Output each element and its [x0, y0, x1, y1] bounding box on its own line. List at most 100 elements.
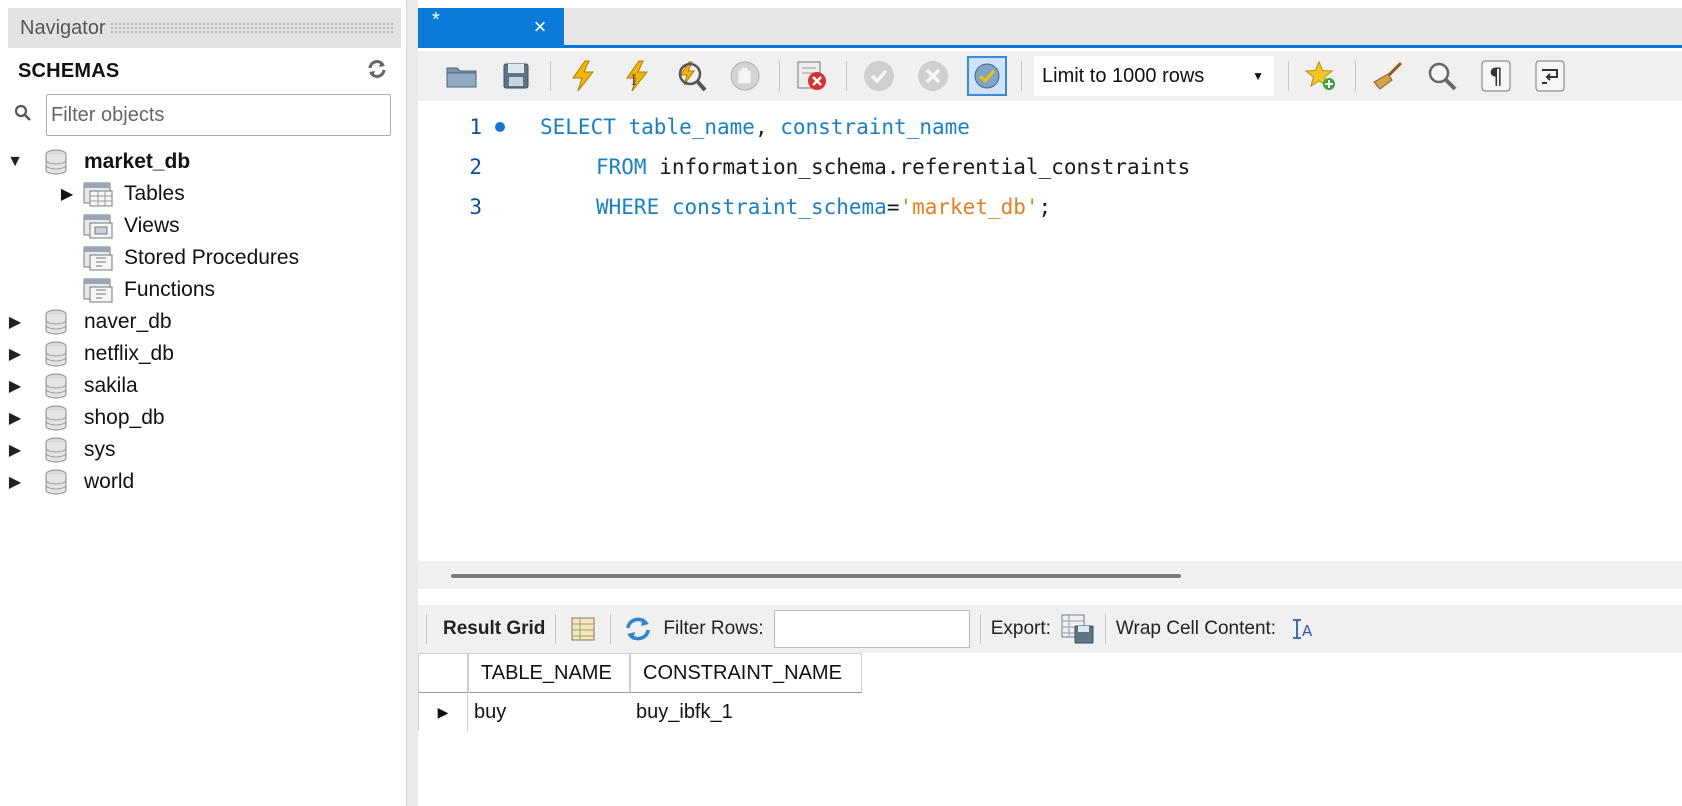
- sql-keyword: SELECT: [540, 115, 616, 139]
- query-tab[interactable]: * ×: [418, 8, 564, 48]
- svg-text:¶: ¶: [1489, 65, 1503, 90]
- sql-editor[interactable]: 1 SELECT table_name, constraint_name 2 F…: [418, 101, 1682, 561]
- grid-corner[interactable]: [418, 653, 468, 693]
- tree-item-tables[interactable]: ▶ Tables: [0, 178, 400, 210]
- database-icon: [45, 309, 67, 335]
- result-grid: TABLE_NAME CONSTRAINT_NAME ▶ buy buy_ibf…: [418, 653, 1682, 806]
- tree-item-label: Functions: [124, 278, 216, 301]
- panel-grip[interactable]: [109, 22, 393, 34]
- navigator-header: Navigator: [8, 8, 401, 48]
- schema-shop-db[interactable]: ▶ shop_db: [0, 402, 400, 434]
- commit-icon[interactable]: [859, 56, 899, 96]
- expand-arrow-icon[interactable]: ▶: [0, 312, 30, 332]
- explain-magnifier-icon[interactable]: [671, 56, 711, 96]
- table-cell[interactable]: buy_ibfk_1: [630, 693, 862, 731]
- schema-name: shop_db: [84, 406, 165, 429]
- expand-arrow-icon[interactable]: ▶: [0, 408, 30, 428]
- schema-name: netflix_db: [84, 342, 174, 365]
- expand-arrow-icon[interactable]: ▶: [0, 472, 30, 492]
- expand-arrow-icon[interactable]: ▶: [0, 376, 30, 396]
- sql-table: information_schema.referential_constrain…: [659, 155, 1191, 179]
- stop-on-error-icon[interactable]: [792, 56, 832, 96]
- line-number: 2: [469, 155, 482, 179]
- schema-netflix-db[interactable]: ▶ netflix_db: [0, 338, 400, 370]
- sql-column: constraint_schema: [671, 195, 887, 219]
- sql-column: table_name: [628, 115, 755, 139]
- tree-item-label: Views: [124, 214, 180, 237]
- database-icon: [45, 437, 67, 463]
- sql-string: 'market_db': [899, 195, 1039, 219]
- filter-rows-label: Filter Rows:: [663, 618, 764, 639]
- procedures-folder-icon: [83, 246, 113, 271]
- invisible-chars-pilcrow-icon[interactable]: ¶: [1476, 56, 1516, 96]
- word-wrap-icon[interactable]: [1530, 56, 1570, 96]
- wrap-cell-content-label: Wrap Cell Content:: [1115, 618, 1277, 639]
- sql-keyword: WHERE: [596, 195, 660, 219]
- schema-name: naver_db: [84, 310, 172, 333]
- column-header-table-name[interactable]: TABLE_NAME: [468, 653, 630, 693]
- beautify-broom-icon[interactable]: [1368, 56, 1408, 96]
- sql-terminator: ;: [1038, 195, 1052, 219]
- refresh-rows-icon[interactable]: [621, 612, 655, 646]
- execute-current-icon[interactable]: I: [617, 56, 657, 96]
- sql-editor-toolbar: I Limit to 1000 rows ▼ ¶: [418, 51, 1682, 101]
- wrap-cell-icon[interactable]: A: [1286, 612, 1320, 646]
- row-pointer-icon: ▶: [418, 693, 468, 731]
- expand-arrow-icon[interactable]: ▶: [0, 344, 30, 364]
- schema-name: sakila: [84, 374, 138, 397]
- schema-world[interactable]: ▶ world: [0, 466, 400, 498]
- add-snippet-star-icon[interactable]: [1301, 56, 1341, 96]
- expand-arrow-icon[interactable]: ▶: [0, 440, 30, 460]
- filter-row: [14, 94, 394, 136]
- tree-item-label: Tables: [124, 182, 185, 205]
- rollback-icon[interactable]: [913, 56, 953, 96]
- close-icon[interactable]: ×: [530, 16, 550, 38]
- navigator-panel: Navigator SCHEMAS ▼: [0, 0, 407, 806]
- result-toolbar: Result Grid Filter Rows: Export: Wrap Ce…: [418, 605, 1682, 653]
- functions-folder-icon: [83, 278, 113, 303]
- find-magnifier-icon[interactable]: [1422, 56, 1462, 96]
- column-header-constraint-name[interactable]: CONSTRAINT_NAME: [630, 653, 862, 693]
- table-cell[interactable]: buy: [468, 693, 630, 731]
- schema-name: market_db: [84, 150, 191, 173]
- database-icon: [45, 469, 67, 495]
- horizontal-scrollbar[interactable]: [418, 561, 1682, 589]
- schema-sys[interactable]: ▶ sys: [0, 434, 400, 466]
- tree-item-label: Stored Procedures: [124, 246, 300, 269]
- result-grid-tab[interactable]: Result Grid: [443, 618, 545, 640]
- filter-objects-input[interactable]: [46, 94, 391, 136]
- scrollbar-thumb[interactable]: [451, 574, 1181, 578]
- views-folder-icon: [83, 214, 113, 239]
- save-icon[interactable]: [496, 56, 536, 96]
- limit-rows-select[interactable]: Limit to 1000 rows ▼: [1034, 56, 1274, 96]
- form-editor-icon[interactable]: [566, 612, 600, 646]
- tree-item-functions[interactable]: Functions: [0, 274, 400, 306]
- schemas-label: SCHEMAS: [18, 59, 120, 82]
- filter-rows-input[interactable]: [773, 610, 970, 648]
- table-row[interactable]: ▶ buy buy_ibfk_1: [418, 693, 862, 731]
- schema-naver-db[interactable]: ▶ naver_db: [0, 306, 400, 338]
- statement-marker-icon: [482, 122, 518, 132]
- refresh-icon[interactable]: [366, 59, 388, 84]
- schema-sakila[interactable]: ▶ sakila: [0, 370, 400, 402]
- line-number: 3: [469, 195, 482, 219]
- sql-column: constraint_name: [780, 115, 970, 139]
- search-icon: [14, 104, 32, 127]
- database-icon: [45, 373, 67, 399]
- tree-item-stored-procedures[interactable]: Stored Procedures: [0, 242, 400, 274]
- tables-folder-icon: [83, 182, 113, 207]
- export-icon[interactable]: [1061, 612, 1095, 646]
- tree-item-views[interactable]: Views: [0, 210, 400, 242]
- limit-rows-value: Limit to 1000 rows: [1042, 64, 1205, 87]
- schema-name: world: [84, 470, 135, 493]
- schema-market-db[interactable]: ▼ market_db: [0, 146, 400, 178]
- stop-hand-icon[interactable]: [725, 56, 765, 96]
- expand-arrow-icon[interactable]: ▼: [0, 153, 30, 171]
- database-icon: [45, 405, 67, 431]
- execute-lightning-icon[interactable]: [563, 56, 603, 96]
- code-line-3: 3 WHERE constraint_schema='market_db';: [418, 189, 1682, 225]
- export-label: Export:: [990, 618, 1051, 639]
- autocommit-toggle-icon[interactable]: [967, 56, 1007, 96]
- expand-arrow-icon[interactable]: ▶: [52, 184, 82, 204]
- open-folder-icon[interactable]: [442, 56, 482, 96]
